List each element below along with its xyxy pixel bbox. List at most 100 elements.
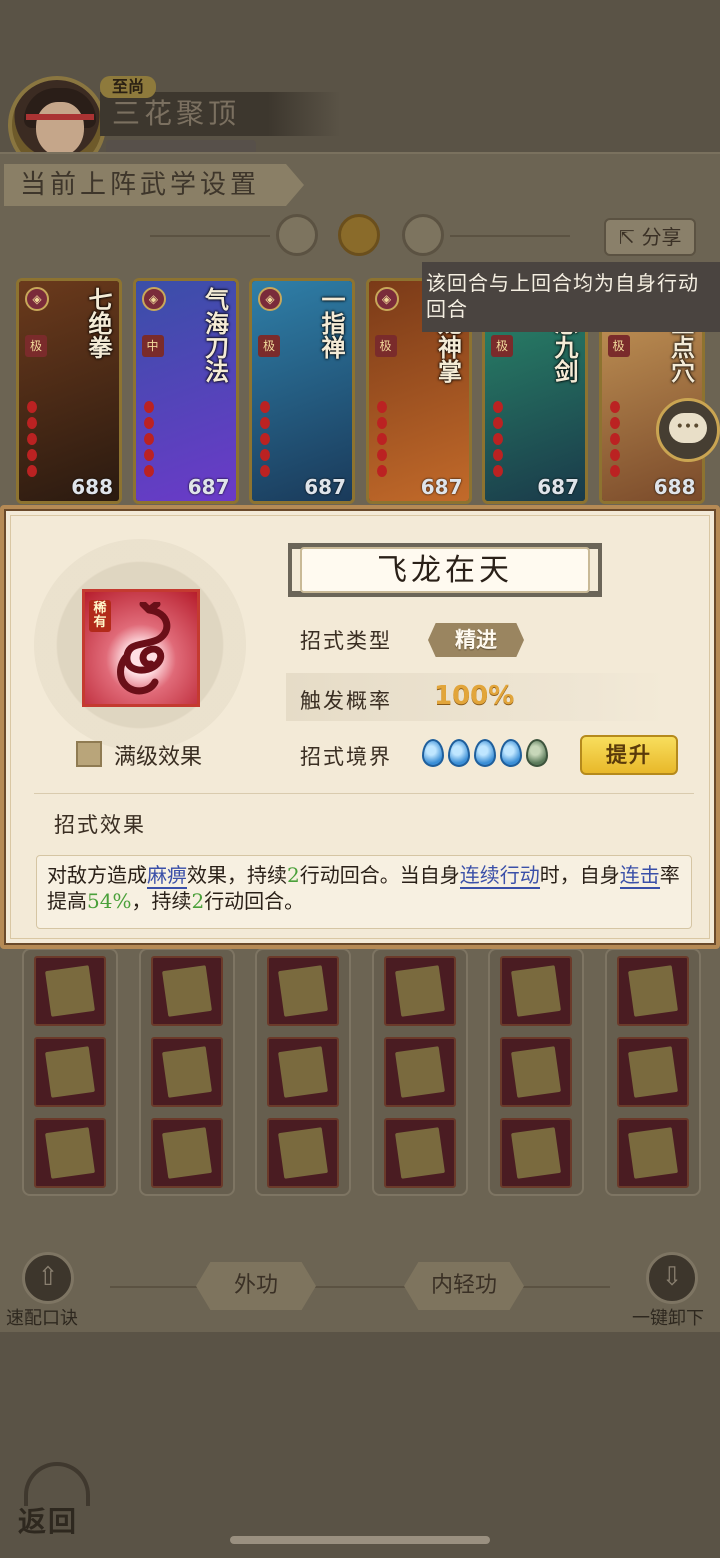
- card-name: 气海刀法: [200, 287, 230, 383]
- quick-match-upload-icon[interactable]: ⇧: [22, 1252, 74, 1304]
- preset-moon-button[interactable]: [276, 214, 318, 256]
- slot-column: [604, 948, 701, 1196]
- scroll-slot-icon[interactable]: [500, 1037, 572, 1107]
- section-title: 当前上阵武学设置: [4, 164, 304, 206]
- card-grade: 极: [374, 335, 397, 357]
- realm-drop-icon: [500, 739, 522, 767]
- skill-icon[interactable]: 稀有: [82, 589, 200, 707]
- upgrade-button[interactable]: 提升: [580, 735, 678, 775]
- type-label: 招式类型: [300, 629, 392, 653]
- scroll-slot-icon[interactable]: [267, 1118, 339, 1188]
- skill-detail-popup: 稀有 满级效果 飞龙在天 招式类型 精进 触发概率 100% 招式境界 提升 招…: [0, 505, 720, 949]
- scroll-slot-icon[interactable]: [383, 1118, 456, 1188]
- bottom-bar: ⇧ 速配口诀 外功 内轻功 ⇩ 一键卸下: [0, 1240, 720, 1332]
- effect-number: 2: [191, 889, 205, 913]
- card-grade: 中: [141, 335, 164, 357]
- keyword-paralysis-link[interactable]: 麻痹: [147, 863, 187, 889]
- realm-drop-icon: [474, 739, 496, 767]
- unload-all-download-icon[interactable]: ⇩: [646, 1252, 698, 1304]
- realm-drop-icon: [422, 739, 444, 767]
- effect-text: 时，自身: [539, 863, 620, 887]
- quick-match-label: 速配口诀: [6, 1308, 78, 1329]
- realm-label: 招式境界: [300, 745, 392, 769]
- scroll-slot-icon[interactable]: [500, 1118, 572, 1188]
- keyword-combo-link[interactable]: 连击: [619, 863, 660, 889]
- realm-drop-icon: [448, 739, 470, 767]
- scroll-slot-icon[interactable]: [150, 956, 223, 1026]
- unload-all-label: 一键卸下: [632, 1308, 704, 1329]
- chat-bubble-icon[interactable]: [656, 398, 720, 462]
- tab-outer-skill[interactable]: 外功: [196, 1262, 316, 1310]
- slot-column: [255, 948, 351, 1196]
- skill-card[interactable]: ◈ 极 一指禅 687: [249, 278, 355, 504]
- tab-inner-light-skill[interactable]: 内轻功: [404, 1262, 524, 1310]
- slot-column: [22, 948, 118, 1196]
- sect-badge-icon: ◈: [25, 287, 49, 311]
- scroll-slot-icon[interactable]: [267, 956, 339, 1026]
- back-button[interactable]: 返回: [18, 1462, 98, 1542]
- scroll-slot-icon[interactable]: [267, 1037, 339, 1107]
- home-indicator[interactable]: [230, 1536, 490, 1544]
- max-effect-checkbox[interactable]: [76, 741, 102, 767]
- rare-tag: 稀有: [89, 600, 111, 632]
- scroll-slot-icon[interactable]: [616, 956, 689, 1026]
- card-count: 687: [537, 475, 579, 499]
- skill-card[interactable]: ◈ 中 气海刀法 687: [132, 278, 239, 504]
- prob-label: 触发概率: [300, 689, 392, 713]
- card-level-dots: [609, 401, 620, 481]
- effect-number: 2: [287, 863, 300, 887]
- scroll-slot-icon[interactable]: [34, 1118, 106, 1188]
- slot-column: [371, 948, 468, 1196]
- card-count: 687: [304, 475, 346, 499]
- back-label: 返回: [18, 1505, 79, 1538]
- slot-column: [138, 948, 235, 1196]
- scroll-slot-icon[interactable]: [616, 1118, 689, 1188]
- popup-divider: [34, 793, 694, 794]
- card-grade: 极: [607, 335, 630, 357]
- preset-sun-button[interactable]: [338, 214, 380, 256]
- realm-level-indicator: [422, 739, 552, 771]
- skill-card[interactable]: ◈ 极 七绝拳 688: [16, 278, 122, 504]
- sect-badge-icon: ◈: [141, 287, 166, 311]
- skill-slot-grid: [22, 948, 708, 1198]
- card-grade: 极: [258, 335, 280, 357]
- scroll-slot-icon[interactable]: [383, 956, 456, 1026]
- card-name: 七绝拳: [84, 287, 113, 359]
- player-title: 三花聚顶: [100, 92, 340, 136]
- scroll-slot-icon[interactable]: [383, 1037, 456, 1107]
- max-effect-label: 满级效果: [114, 745, 203, 770]
- avatar-face: [36, 102, 84, 156]
- card-count: 687: [420, 475, 463, 499]
- scroll-slot-icon[interactable]: [616, 1037, 689, 1107]
- card-level-dots: [493, 401, 503, 481]
- preset-line-left: [150, 235, 270, 237]
- card-count: 687: [187, 475, 230, 499]
- realm-tooltip: 该回合与上回合均为自身行动回合: [422, 262, 720, 332]
- keyword-consecutive-action-link[interactable]: 连续行动: [459, 863, 540, 889]
- sect-badge-icon: ◈: [374, 287, 399, 311]
- effect-text: 效果，持续: [187, 863, 287, 887]
- effect-label: 招式效果: [54, 813, 146, 837]
- card-level-dots: [143, 401, 154, 481]
- dragon-icon: [117, 602, 171, 695]
- preset-crescent-button[interactable]: [402, 214, 444, 256]
- type-badge: 精进: [428, 623, 524, 657]
- prob-value: 100%: [434, 681, 515, 711]
- share-icon: ⇱: [618, 225, 642, 249]
- realm-drop-icon: [526, 739, 548, 767]
- share-button[interactable]: ⇱ 分享: [604, 218, 696, 256]
- scroll-slot-icon[interactable]: [500, 956, 572, 1026]
- card-count: 688: [71, 475, 113, 499]
- card-grade: 极: [25, 335, 47, 357]
- tab-divider-line: [110, 1286, 610, 1288]
- card-level-dots: [260, 401, 270, 481]
- card-level-dots: [376, 401, 387, 481]
- scroll-slot-icon[interactable]: [34, 1037, 106, 1107]
- scroll-slot-icon[interactable]: [34, 956, 106, 1026]
- preset-line-right: [450, 235, 570, 237]
- avatar-headband: [26, 114, 94, 120]
- scroll-slot-icon[interactable]: [150, 1037, 223, 1107]
- card-level-dots: [27, 401, 37, 481]
- scroll-slot-icon[interactable]: [150, 1118, 223, 1188]
- share-label: 分享: [641, 225, 682, 249]
